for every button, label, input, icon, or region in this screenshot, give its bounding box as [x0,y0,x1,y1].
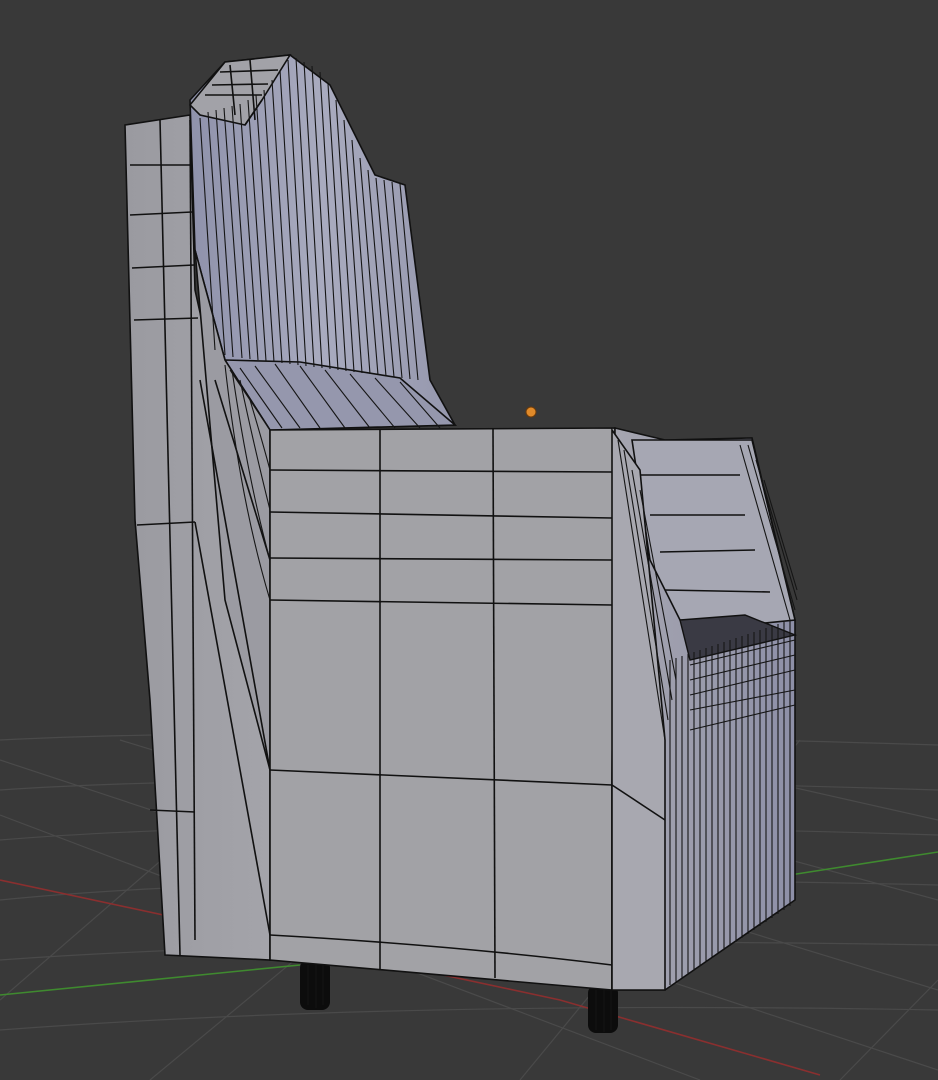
y-axis-line [0,964,301,996]
object-origin-icon[interactable] [525,406,537,418]
3d-viewport[interactable] [0,0,938,1080]
viewport-scene[interactable] [0,0,938,1080]
y-axis-line-right [789,851,938,876]
